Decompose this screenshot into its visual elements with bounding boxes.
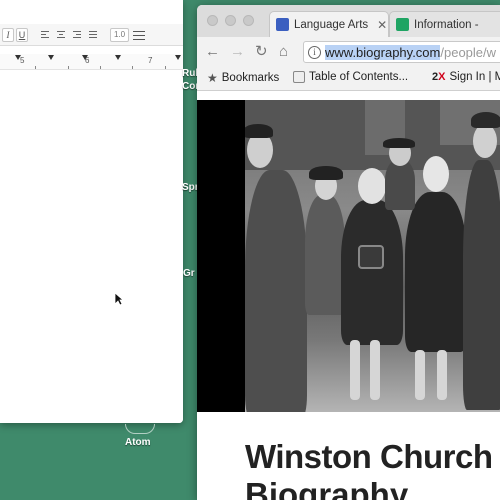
article-title: Winston Church: [245, 438, 493, 475]
person-hat: [309, 166, 343, 180]
person-suit-left: [245, 170, 307, 412]
address-bar[interactable]: i www.biography.com/people/w: [303, 41, 500, 63]
home-icon[interactable]: ⌂: [279, 43, 288, 61]
bookmarks-bar: ★ Bookmarks Table of Contents... 2X Sign…: [197, 67, 500, 91]
align-justify-icon[interactable]: [86, 28, 100, 42]
ruler-tick: [132, 66, 133, 69]
person-background: [385, 160, 415, 210]
ruler-tick: [100, 66, 101, 69]
star-icon: ★: [207, 71, 218, 85]
back-arrow-icon[interactable]: ←: [205, 43, 220, 61]
tab-title: Information -: [414, 18, 479, 31]
browser-toolbar: ← → ↻ ⌂ i www.biography.com/people/w: [197, 37, 500, 67]
person-head: [423, 156, 449, 192]
tab-information[interactable]: Information -: [389, 11, 500, 37]
close-window-button[interactable]: [207, 15, 218, 26]
ruler-number: 5: [20, 56, 25, 65]
page-favicon-icon: [293, 71, 305, 83]
list-icon[interactable]: [131, 28, 149, 42]
person-hat: [383, 138, 415, 148]
tab-strip: Language Arts ✕ Information -: [197, 5, 500, 37]
forward-arrow-icon[interactable]: →: [230, 43, 245, 61]
legs: [350, 340, 360, 400]
woman-cheering: [405, 192, 467, 352]
twox-logo-icon: 2X: [432, 71, 445, 83]
soldier-uniform: [463, 160, 500, 410]
ruler-number: 7: [148, 56, 153, 65]
sheets-favicon-icon: [396, 18, 409, 31]
bookmark-label: Sign In | M: [449, 71, 500, 83]
bookmarks-menu[interactable]: ★ Bookmarks: [207, 71, 279, 85]
ruler-tick: [165, 66, 166, 69]
desktop-icon-label-atom[interactable]: Atom: [125, 437, 151, 448]
underline-button[interactable]: U: [16, 27, 28, 42]
military-cap: [471, 112, 500, 128]
bookmark-label: Bookmarks: [221, 72, 280, 84]
legs: [370, 340, 380, 400]
url-host: www.biography.com: [325, 44, 441, 60]
align-left-icon[interactable]: [38, 28, 52, 42]
right-margin-marker[interactable]: [175, 55, 181, 60]
legs: [415, 350, 425, 400]
tab-stop-marker[interactable]: [48, 55, 54, 60]
tab-title: Language Arts: [294, 18, 369, 31]
mouse-pointer-icon: [114, 292, 124, 306]
zoom-window-button[interactable]: [243, 15, 254, 26]
bookmark-table-of-contents[interactable]: Table of Contents...: [293, 71, 408, 83]
woman-dark-dress: [341, 200, 403, 345]
format-toolbar: I U 1.0: [0, 24, 183, 46]
person-coat: [305, 195, 345, 315]
person-head: [358, 168, 386, 204]
person-hat: [245, 124, 273, 138]
align-right-icon[interactable]: [70, 28, 84, 42]
person-head: [473, 124, 497, 158]
bookmark-sign-in[interactable]: 2X Sign In | M: [432, 71, 500, 83]
italic-button[interactable]: I: [2, 27, 14, 42]
line-spacing-select[interactable]: 1.0: [110, 27, 130, 42]
article-subtitle: Biography: [245, 476, 409, 500]
atom-app-icon[interactable]: [125, 424, 155, 434]
close-tab-icon[interactable]: ✕: [377, 18, 387, 32]
reload-icon[interactable]: ↻: [255, 43, 268, 61]
twox-letter: X: [438, 71, 446, 83]
hero-image: [197, 100, 500, 412]
minimize-window-button[interactable]: [225, 15, 236, 26]
bookmark-label: Table of Contents...: [309, 71, 409, 83]
tab-language-arts[interactable]: Language Arts ✕: [269, 11, 389, 37]
classroom-favicon-icon: [276, 18, 289, 31]
align-center-icon[interactable]: [54, 28, 68, 42]
document-window: I U 1.0 5 6 7: [0, 0, 183, 423]
ruler-tick: [68, 66, 69, 69]
legs: [437, 350, 447, 400]
info-icon[interactable]: i: [308, 45, 321, 59]
ruler[interactable]: 5 6 7: [0, 54, 183, 70]
document-page[interactable]: [0, 72, 183, 423]
handbag: [358, 245, 384, 269]
desktop-icon-label[interactable]: Gr: [183, 268, 195, 279]
url-path: /people/w: [440, 44, 497, 60]
crowd-photo: [245, 100, 500, 412]
tab-stop-marker[interactable]: [115, 55, 121, 60]
ruler-number: 6: [85, 56, 90, 65]
browser-window: Language Arts ✕ Information - ← → ↻ ⌂ i …: [197, 5, 500, 500]
ruler-tick: [35, 66, 36, 69]
